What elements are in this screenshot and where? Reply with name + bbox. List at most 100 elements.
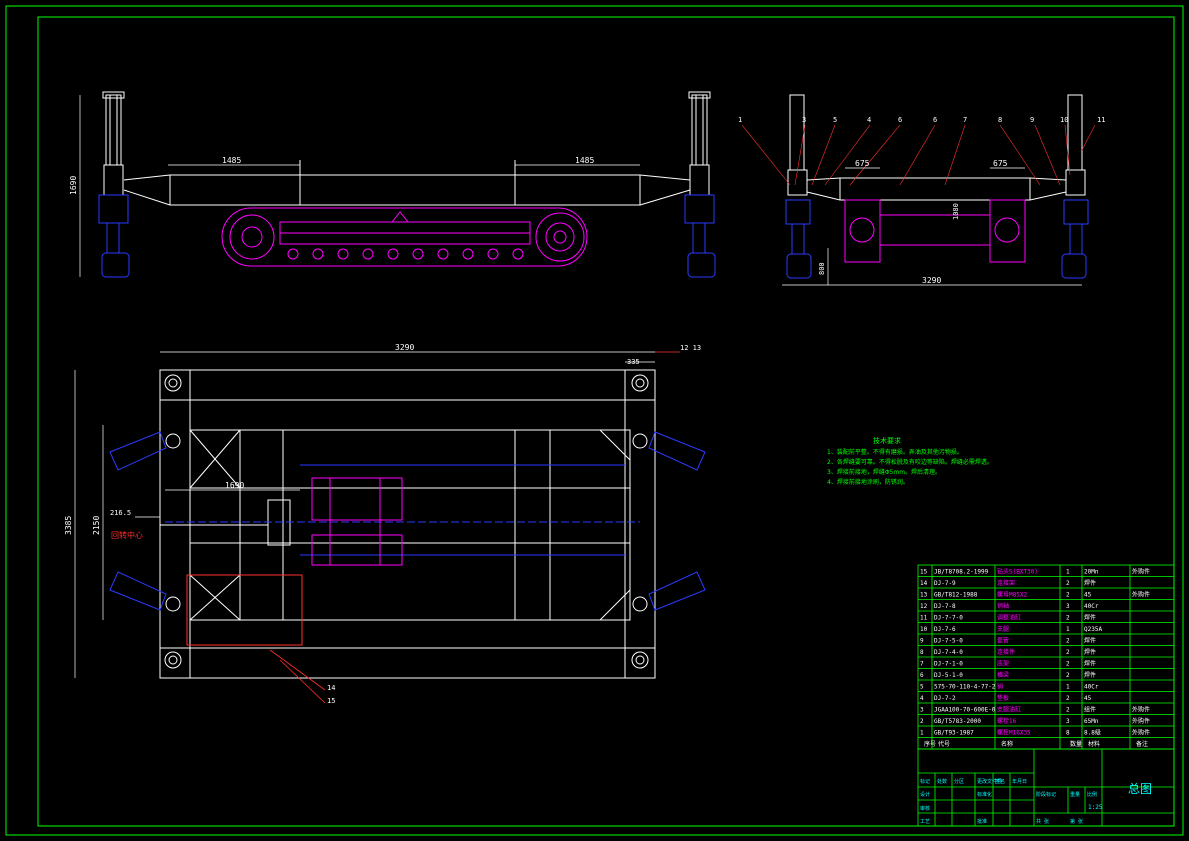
- front-right-jack-block: [684, 194, 715, 224]
- bom-cell-r8-c5: 焊件: [1084, 648, 1096, 656]
- bom-cell-r4-c1: 12: [920, 603, 928, 610]
- bom-cell-r6-c3: 支腿: [997, 625, 1009, 633]
- bom-cell-r10-c1: 6: [920, 672, 924, 679]
- front-view: 1485 1485 1690: [69, 91, 716, 278]
- plan-callout-top: 12 13: [680, 344, 701, 352]
- bom-cell-r10-c3: 横梁: [997, 671, 1009, 679]
- bom-cell-r3-c4: 2: [1066, 592, 1070, 599]
- bom-cell-r13-c6: 外购件: [1132, 706, 1150, 714]
- side-callout-1: 1: [738, 116, 742, 124]
- bom-cell-r5-c2: DJ-7-7-0: [934, 615, 963, 622]
- side-dim-bottom: 800: [818, 262, 826, 275]
- tb-label-sign: 签名: [995, 778, 1005, 785]
- side-dim-right: 675: [993, 159, 1008, 168]
- bom-cell-r10-c2: DJ-5-1-0: [934, 672, 963, 679]
- bom-cell-r11-c3: 销: [997, 683, 1003, 691]
- tb-label-count: 处数: [937, 778, 947, 785]
- bom-cell-r15-c3: 螺栓M16X35: [997, 729, 1031, 737]
- plan-callout-15: 15: [327, 697, 335, 705]
- side-callout-6: 6: [933, 116, 937, 124]
- bom-cell-r11-c2: 575-70-110-4-77-2: [934, 684, 996, 691]
- bom-cell-r5-c1: 11: [920, 615, 928, 622]
- bom-cell-r13-c1: 3: [920, 707, 924, 714]
- tb-label-process: 工艺: [920, 819, 930, 825]
- bom-cell-r12-c5: 45: [1084, 695, 1092, 702]
- tb-label-sheets: 共 张: [1036, 818, 1049, 825]
- notes-line-2: 2、各焊缝要可靠。不得松脱及有咬边等缺陷。焊缝必需焊透。: [827, 458, 993, 466]
- bom-text-layer: 15 JB/T8708.2-1999 钻头S(BXT30) 1 20Mn 外购件14 DJ-…: [920, 568, 1150, 749]
- bom-cell-r3-c6: 外购件: [1132, 591, 1150, 599]
- front-dim-height: 1690: [69, 176, 78, 195]
- side-main-beam: [839, 177, 1031, 201]
- plan-center-label: 回转中心: [111, 530, 143, 540]
- notes-title: 技术要求: [873, 436, 901, 445]
- bom-cell-r14-c4: 3: [1066, 718, 1070, 725]
- bom-header-3: 名称: [1001, 740, 1013, 748]
- bom-cell-r3-c3: 螺母M85X2: [997, 591, 1027, 599]
- bom-cell-r15-c4: 8: [1066, 730, 1070, 737]
- side-view: 1 3 5 4 6 6 7 8 9 10 11 675 675 3290 108…: [738, 94, 1105, 286]
- side-dim-mid: 1080: [952, 203, 960, 220]
- bom-cell-r9-c3: 底架: [997, 660, 1009, 668]
- side-callout-3: 5: [833, 116, 837, 124]
- bom-cell-r10-c4: 2: [1066, 672, 1070, 679]
- side-dim-width: 3290: [922, 276, 941, 285]
- tb-label-design: 设计: [920, 791, 930, 798]
- bom-cell-r9-c2: DJ-7-1-0: [934, 661, 963, 668]
- bom-cell-r7-c4: 2: [1066, 638, 1070, 645]
- bom-cell-r7-c5: 焊件: [1084, 637, 1096, 645]
- bom-cell-r2-c1: 14: [920, 580, 928, 587]
- bom-cell-r5-c3: 调整油缸: [997, 614, 1021, 622]
- bom-cell-r14-c2: GB/T5783-2000: [934, 718, 981, 725]
- tb-label-mark: 标记: [920, 778, 930, 785]
- bom-cell-r8-c1: 8: [920, 649, 924, 656]
- bom-cell-r1-c4: 1: [1066, 569, 1070, 576]
- bom-cell-r3-c2: GB/T812-1988: [934, 592, 978, 599]
- bom-cell-r8-c4: 2: [1066, 649, 1070, 656]
- bom-cell-r1-c5: 20Mn: [1084, 569, 1099, 576]
- inner-border: [37, 16, 1175, 827]
- front-left-jack-block: [98, 194, 129, 224]
- bom-cell-r15-c1: 1: [920, 730, 924, 737]
- bom-cell-r3-c1: 13: [920, 592, 928, 599]
- bom-cell-r12-c2: DJ-7-2: [934, 695, 956, 702]
- notes-line-3: 3、焊接前接地，焊缝Φ5mm。焊后清理。: [827, 468, 941, 476]
- side-callout-5: 6: [898, 116, 902, 124]
- bom-cell-r2-c2: DJ-7-9: [934, 580, 956, 587]
- bom-cell-r15-c5: 8.8级: [1084, 729, 1101, 737]
- bom-cell-r7-c1: 9: [920, 638, 924, 645]
- bom-cell-r6-c1: 10: [920, 626, 928, 633]
- side-callout-10: 10: [1060, 116, 1068, 124]
- bom-cell-r9-c4: 2: [1066, 661, 1070, 668]
- side-callout-8: 8: [998, 116, 1002, 124]
- bom-cell-r2-c3: 连接架: [997, 579, 1015, 587]
- side-callout-11: 11: [1097, 116, 1105, 124]
- bom-cell-r8-c3: 连接件: [997, 648, 1015, 656]
- bom-cell-r4-c4: 3: [1066, 603, 1070, 610]
- plan-view: 3290 335 12 13 1690 216.5 3385 2150 回转中心…: [64, 343, 706, 705]
- bom-cell-r4-c3: 销轴: [997, 602, 1009, 610]
- front-crawler-track: [221, 207, 588, 267]
- bom-cell-r4-c5: 40Cr: [1084, 603, 1099, 610]
- bom-cell-r14-c3: 螺栓16: [997, 717, 1017, 725]
- bom-cell-r7-c2: DJ-7-5-0: [934, 638, 963, 645]
- tb-label-zone: 分区: [954, 778, 964, 785]
- side-dim-left: 675: [855, 159, 870, 168]
- bom-cell-r13-c4: 2: [1066, 707, 1070, 714]
- side-callout-9: 9: [1030, 116, 1034, 124]
- bom-header-1: 序号: [924, 740, 936, 748]
- bom-cell-r9-c1: 7: [920, 661, 924, 668]
- side-callout-7: 7: [963, 116, 967, 124]
- front-left-outrigger: [102, 91, 125, 196]
- bom-header-4: 数量: [1070, 740, 1082, 748]
- front-left-foot: [101, 252, 130, 278]
- bom-header-2: 代号: [938, 740, 950, 748]
- notes-line-1: 1、装配前平整。不得有磨损。弄油及其他污物损。: [827, 448, 963, 456]
- tb-label-approve: 批准: [977, 818, 987, 825]
- bom-cell-r13-c5: 组件: [1084, 706, 1096, 714]
- side-crawler-body: [844, 199, 1026, 263]
- front-right-outrigger: [688, 91, 711, 196]
- tb-title: 总图: [1128, 782, 1152, 796]
- bom-cell-r13-c2: JGAA100-70-600E-0: [934, 707, 996, 714]
- bom-cell-r1-c3: 钻头S(BXT30): [997, 568, 1038, 576]
